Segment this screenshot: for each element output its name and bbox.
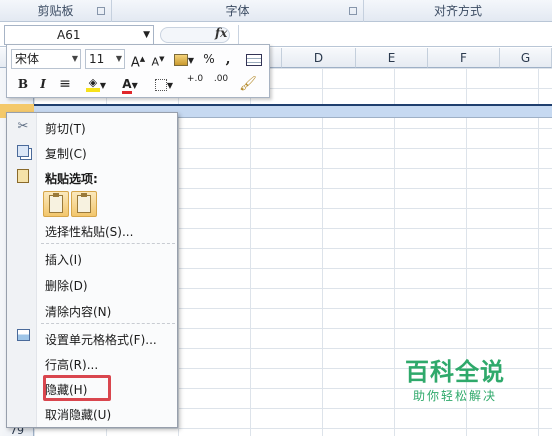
font-size-value: 11 (89, 52, 105, 66)
watermark-title: 百科全说 (405, 358, 505, 386)
name-box[interactable]: A61 ▼ (4, 25, 154, 45)
dialog-launcher-icon[interactable] (349, 7, 357, 15)
formula-input[interactable] (238, 25, 552, 45)
font-color-icon: A (122, 78, 132, 94)
accounting-format-icon (173, 53, 188, 66)
menu-separator (41, 323, 175, 324)
menu-separator (41, 243, 175, 244)
align-center-icon: ≡ (59, 76, 71, 92)
center-align-button[interactable]: ≡ (55, 74, 75, 94)
font-name-dropdown[interactable]: 宋体 ▼ (11, 49, 81, 69)
menu-item-paste-options: 粘贴选项: (45, 172, 98, 186)
comma-icon: , (225, 51, 231, 67)
font-color-button[interactable]: A▼ (115, 74, 145, 94)
watermark: 百科全说 助你轻松解决 (395, 352, 515, 404)
chevron-down-icon[interactable]: ▼ (143, 26, 150, 44)
accounting-format-button[interactable]: ▼ (171, 49, 197, 69)
chevron-down-icon: ▼ (71, 54, 78, 63)
font-name-value: 宋体 (15, 52, 40, 66)
ribbon-group-bar: 剪贴板 字体 对齐方式 (0, 0, 552, 22)
copy-icon (15, 145, 31, 161)
name-box-value: A61 (57, 28, 81, 42)
menu-item-copy[interactable]: 复制(C) (45, 145, 87, 162)
borders-button[interactable]: ▼ (151, 74, 177, 94)
format-painter-table-button[interactable] (243, 49, 265, 69)
column-header-e[interactable]: E (356, 48, 428, 68)
ribbon-group-alignment: 对齐方式 (364, 0, 552, 22)
menu-item-row-height[interactable]: 行高(R)... (45, 356, 98, 373)
watermark-subtitle: 助你轻松解决 (412, 389, 497, 403)
borders-icon (154, 78, 167, 91)
comma-style-button[interactable]: , (221, 49, 235, 69)
mini-toolbar-row-1: 宋体 ▼ 11 ▼ A▲ A▼ ▼ % , (11, 48, 267, 70)
italic-button[interactable]: I (35, 74, 51, 94)
table-icon (246, 53, 262, 66)
insert-function-icon[interactable]: fx (215, 26, 227, 40)
grow-font-button[interactable]: A▲ (129, 49, 147, 71)
ribbon-group-alignment-label: 对齐方式 (433, 4, 482, 18)
hide-highlight-box (43, 375, 111, 401)
shrink-font-icon: A (151, 55, 160, 69)
menu-item-format-cells[interactable]: 设置单元格格式(F)... (45, 331, 157, 348)
fill-color-button[interactable]: ◈ ▼ (81, 74, 111, 94)
column-header-g[interactable]: G (500, 48, 552, 68)
increase-decimal-icon: +.0 (186, 74, 204, 84)
paintbrush-icon: 🖌 (239, 76, 257, 92)
bold-button[interactable]: B (15, 74, 31, 94)
ribbon-group-clipboard-label: 剪贴板 (37, 4, 74, 18)
paste-clipboard-icon (77, 193, 91, 213)
ribbon-group-font: 字体 (112, 0, 364, 22)
fill-bucket-icon: ◈ (85, 77, 100, 92)
shrink-font-button[interactable]: A▼ (149, 49, 167, 69)
menu-item-clear-contents[interactable]: 清除内容(N) (45, 303, 111, 320)
column-header-f[interactable]: F (428, 48, 500, 68)
decrease-decimal-button[interactable]: .00 (209, 74, 233, 94)
mini-toolbar: 宋体 ▼ 11 ▼ A▲ A▼ ▼ % , B I ≡ ◈ ▼ A▼ ▼ +.0… (6, 44, 270, 98)
context-menu: ✂ 剪切(T) 复制(C) 粘贴选项: 选择性粘贴(S)... 插入(I) 删除… (6, 112, 178, 428)
paste-clipboard-icon (49, 193, 63, 213)
dialog-launcher-icon[interactable] (97, 7, 105, 15)
menu-item-unhide[interactable]: 取消隐藏(U) (45, 406, 111, 423)
decrease-decimal-icon: .00 (213, 74, 229, 84)
chevron-down-icon: ▼ (115, 54, 122, 63)
menu-item-insert[interactable]: 插入(I) (45, 251, 82, 268)
paste-button[interactable] (71, 191, 97, 217)
menu-item-delete[interactable]: 删除(D) (45, 277, 88, 294)
menu-item-paste-special[interactable]: 选择性粘贴(S)... (45, 223, 133, 240)
increase-decimal-button[interactable]: +.0 (183, 74, 207, 94)
percent-icon: % (203, 52, 215, 66)
column-header-d[interactable]: D (282, 48, 356, 68)
format-cells-icon (15, 329, 31, 345)
grow-font-icon: A (130, 55, 140, 71)
menu-item-cut[interactable]: 剪切(T) (45, 120, 86, 137)
ribbon-group-clipboard: 剪贴板 (0, 0, 112, 22)
percent-style-button[interactable]: % (201, 49, 217, 69)
scissors-icon: ✂ (17, 119, 29, 134)
ribbon-group-font-label: 字体 (225, 4, 250, 18)
bold-icon: B (17, 77, 29, 91)
italic-icon: I (40, 77, 46, 91)
font-size-dropdown[interactable]: 11 ▼ (85, 49, 125, 69)
paste-icon (15, 169, 31, 185)
mini-toolbar-row-2: B I ≡ ◈ ▼ A▼ ▼ +.0 .00 🖌 (11, 73, 267, 95)
paste-values-button[interactable] (43, 191, 69, 217)
format-painter-button[interactable]: 🖌 (237, 74, 259, 94)
